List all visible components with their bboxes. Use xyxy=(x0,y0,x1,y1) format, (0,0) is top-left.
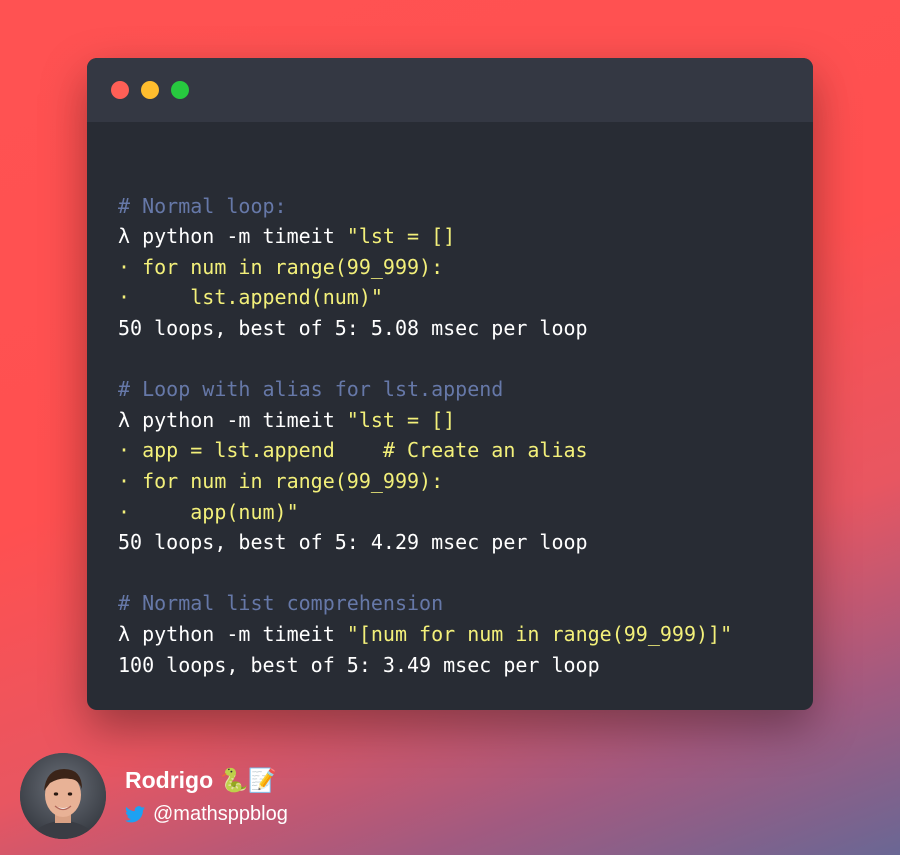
close-button[interactable] xyxy=(111,81,129,99)
minimize-button[interactable] xyxy=(141,81,159,99)
code-token-comment: # Normal list comprehension xyxy=(118,591,444,616)
code-token-cont: · app = lst.append # Create an alias xyxy=(118,438,588,463)
code-token-cont: · for num in range(99_999): xyxy=(118,468,444,493)
code-token-output: 100 loops, best of 5: 3.49 msec per loop xyxy=(118,652,600,677)
code-line: · for num in range(99_999): xyxy=(118,252,732,283)
code-token-cont: · for num in range(99_999): xyxy=(118,254,444,279)
code-token-str: "lst = [] xyxy=(346,224,456,249)
code-token-prompt: λ xyxy=(118,407,143,432)
code-token-output: 50 loops, best of 5: 4.29 msec per loop xyxy=(118,530,588,555)
code-token-cont: · app(num)" xyxy=(118,499,299,524)
twitter-bird-icon xyxy=(125,806,145,823)
author-handle-row[interactable]: @mathsppblog xyxy=(125,803,288,826)
code-line: λ python -m timeit "[num for num in rang… xyxy=(118,619,732,650)
avatar xyxy=(20,753,106,839)
code-token-cont: · lst.append(num)" xyxy=(118,285,383,310)
code-line: λ python -m timeit "lst = [] xyxy=(118,221,732,252)
code-token-cmd: python -m timeit xyxy=(142,621,347,646)
author-handle[interactable]: @mathsppblog xyxy=(153,803,288,825)
code-line: 50 loops, best of 5: 4.29 msec per loop xyxy=(118,527,732,558)
terminal-code-block: # Normal loop: λ python -m timeit "lst = … xyxy=(118,160,732,680)
code-token-prompt: λ xyxy=(118,621,143,646)
code-line: # Normal loop: xyxy=(118,191,732,222)
code-token-comment: # Loop with alias for lst.append xyxy=(118,377,504,402)
window-titlebar xyxy=(87,58,813,122)
avatar-portrait-icon xyxy=(20,753,106,839)
code-line: · app = lst.append # Create an alias xyxy=(118,435,732,466)
code-token-str: "[num for num in range(99_999)]" xyxy=(346,621,733,646)
code-token-str: "lst = [] xyxy=(346,407,456,432)
code-line: # Loop with alias for lst.append xyxy=(118,374,732,405)
code-token-cmd: python -m timeit xyxy=(142,407,347,432)
code-token-cmd: python -m timeit xyxy=(142,224,347,249)
maximize-button[interactable] xyxy=(171,81,189,99)
code-token-output: 50 loops, best of 5: 5.08 msec per loop xyxy=(118,315,588,340)
code-line: λ python -m timeit "lst = [] xyxy=(118,405,732,436)
code-line: · for num in range(99_999): xyxy=(118,466,732,497)
code-line: 100 loops, best of 5: 3.49 msec per loop xyxy=(118,650,732,681)
code-line: · app(num)" xyxy=(118,497,732,528)
code-line: 50 loops, best of 5: 5.08 msec per loop xyxy=(118,313,732,344)
code-line: # Normal list comprehension xyxy=(118,588,732,619)
author-name: Rodrigo 🐍📝 xyxy=(125,767,277,793)
code-window: # Normal loop: λ python -m timeit "lst = … xyxy=(87,58,813,710)
code-token-prompt: λ xyxy=(118,224,143,249)
code-token-comment: # Normal loop: xyxy=(118,193,287,218)
code-line: · lst.append(num)" xyxy=(118,282,732,313)
